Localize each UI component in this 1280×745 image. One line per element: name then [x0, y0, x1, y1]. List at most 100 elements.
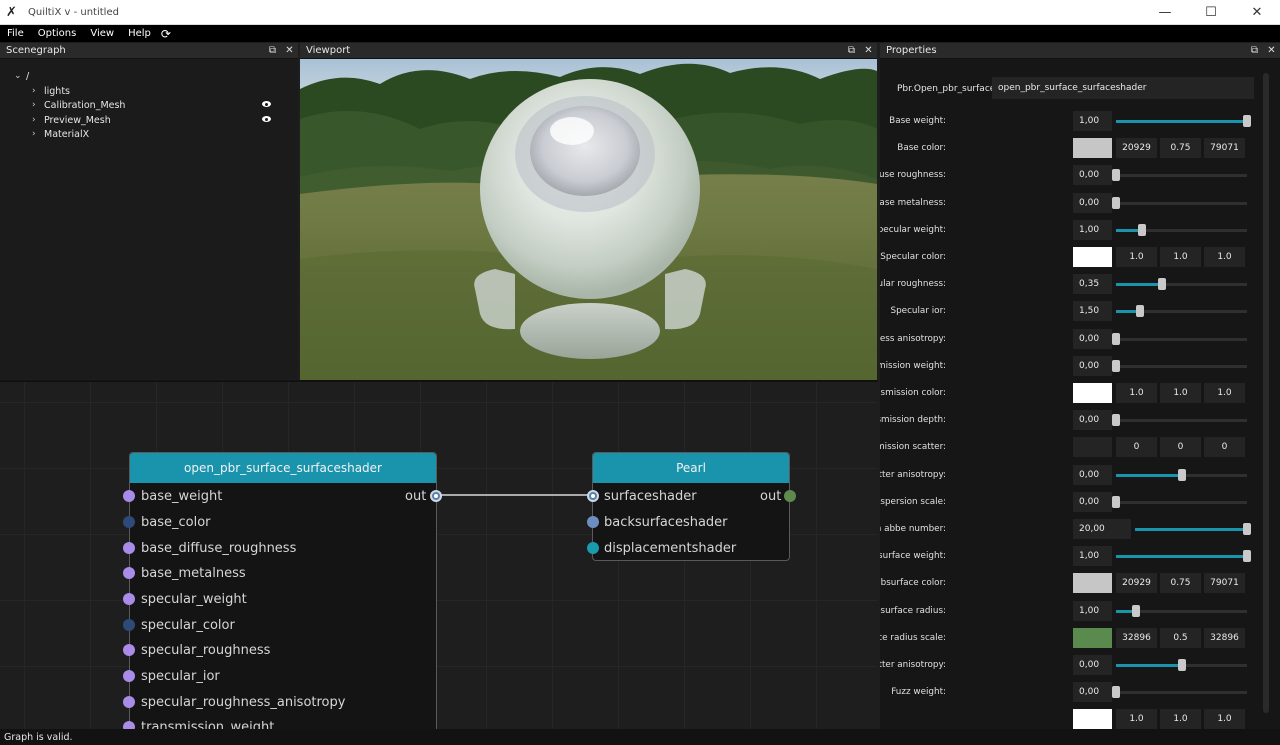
slider-track[interactable] [1116, 419, 1247, 423]
close-panel-icon[interactable]: ✕ [1263, 45, 1280, 56]
chevron-right-icon[interactable]: › [32, 115, 44, 125]
property-value-field[interactable]: 0,00 [1073, 682, 1112, 703]
float-panel-icon[interactable]: ⧉ [1246, 45, 1263, 56]
menu-help[interactable]: Help [121, 28, 158, 39]
menu-file[interactable]: File [0, 28, 31, 39]
close-panel-icon[interactable]: ✕ [860, 45, 877, 56]
input-pin[interactable] [123, 670, 135, 682]
slider-handle[interactable] [1138, 223, 1146, 236]
property-value-field[interactable]: 1,00 [1073, 600, 1112, 621]
float-panel-icon[interactable]: ⧉ [843, 45, 860, 56]
color-component-field[interactable]: 1.0 [1116, 383, 1157, 403]
node-name-field[interactable]: open_pbr_surface_surfaceshader [992, 77, 1254, 99]
property-value-field[interactable]: 0,00 [1073, 355, 1112, 376]
property-value-field[interactable]: 1,00 [1073, 546, 1112, 567]
close-icon[interactable]: ✕ [1234, 0, 1280, 25]
property-value-field[interactable]: 20,00 [1073, 519, 1131, 539]
color-component-field[interactable]: 1.0 [1160, 709, 1201, 729]
slider-handle[interactable] [1178, 659, 1186, 671]
node-title[interactable]: Pearl [593, 453, 789, 483]
property-value-field[interactable]: 1,00 [1073, 111, 1112, 131]
chevron-right-icon[interactable]: › [32, 100, 44, 110]
tree-item-lights[interactable]: › lights [32, 84, 70, 98]
slider-handle[interactable] [1136, 305, 1144, 318]
input-pin[interactable] [123, 696, 135, 708]
slider-handle[interactable] [1158, 278, 1166, 291]
color-swatch[interactable] [1073, 709, 1112, 729]
input-pin[interactable] [123, 619, 135, 631]
slider-track[interactable] [1116, 364, 1247, 368]
slider-handle[interactable] [1178, 468, 1186, 481]
slider-handle[interactable] [1112, 169, 1120, 182]
input-pin[interactable] [123, 516, 135, 528]
property-value-field[interactable]: 1,50 [1073, 301, 1112, 322]
color-component-field[interactable]: 20929 [1116, 138, 1157, 159]
eye-icon[interactable] [262, 116, 271, 122]
color-component-field[interactable]: 79071 [1204, 573, 1245, 594]
output-pin[interactable] [430, 490, 442, 502]
color-swatch[interactable] [1073, 138, 1112, 159]
color-component-field[interactable]: 1.0 [1204, 709, 1245, 729]
properties-scrollbar[interactable] [1263, 73, 1269, 713]
color-swatch[interactable] [1073, 383, 1112, 403]
chevron-down-icon[interactable]: ⌄ [14, 71, 26, 81]
input-pin[interactable] [123, 567, 135, 579]
slider-track[interactable] [1116, 174, 1247, 178]
slider-track[interactable] [1116, 201, 1247, 205]
float-panel-icon[interactable]: ⧉ [264, 45, 281, 56]
input-pin[interactable] [587, 542, 599, 554]
color-component-field[interactable]: 1.0 [1204, 383, 1245, 403]
input-pin[interactable] [123, 721, 135, 729]
color-component-field[interactable]: 32896 [1204, 627, 1245, 648]
tree-root[interactable]: ⌄ / [14, 69, 29, 83]
close-panel-icon[interactable]: ✕ [281, 45, 298, 56]
slider-handle[interactable] [1243, 523, 1251, 535]
color-swatch[interactable] [1073, 573, 1112, 594]
slider-handle[interactable] [1112, 495, 1120, 508]
menu-view[interactable]: View [83, 28, 121, 39]
color-component-field[interactable]: 0.75 [1160, 573, 1201, 594]
input-pin[interactable] [587, 516, 599, 528]
output-pin[interactable] [784, 490, 796, 502]
slider-handle[interactable] [1243, 115, 1251, 127]
input-pin[interactable] [123, 490, 135, 502]
color-component-field[interactable]: 1.0 [1116, 709, 1157, 729]
slider-track[interactable] [1116, 500, 1247, 504]
color-component-field[interactable]: 0.75 [1160, 138, 1201, 159]
property-value-field[interactable]: 0,00 [1073, 491, 1112, 512]
tree-item-materialx[interactable]: › MaterialX [32, 127, 89, 141]
input-pin[interactable] [123, 593, 135, 605]
refresh-icon[interactable]: ⟳ [161, 27, 171, 41]
minimize-icon[interactable]: — [1142, 0, 1188, 25]
color-component-field[interactable]: 1.0 [1116, 247, 1157, 267]
color-component-field[interactable]: 0 [1160, 437, 1201, 458]
color-component-field[interactable]: 32896 [1116, 627, 1157, 648]
property-value-field[interactable]: 1,00 [1073, 219, 1112, 240]
menu-options[interactable]: Options [31, 28, 84, 39]
color-component-field[interactable]: 0 [1204, 437, 1245, 458]
property-value-field[interactable]: 0,00 [1073, 410, 1112, 431]
viewport-canvas[interactable] [300, 59, 877, 380]
property-value-field[interactable]: 0,00 [1073, 165, 1112, 186]
color-component-field[interactable]: 1.0 [1160, 383, 1201, 403]
input-pin[interactable] [123, 644, 135, 656]
chevron-right-icon[interactable]: › [32, 129, 44, 139]
color-component-field[interactable]: 1.0 [1204, 247, 1245, 267]
color-component-field[interactable]: 0 [1116, 437, 1157, 458]
slider-handle[interactable] [1243, 550, 1251, 563]
color-component-field[interactable]: 1.0 [1160, 247, 1201, 267]
tree-item-calibration-mesh[interactable]: › Calibration_Mesh [32, 98, 125, 112]
input-pin[interactable] [123, 542, 135, 554]
color-component-field[interactable]: 79071 [1204, 138, 1245, 159]
property-value-field[interactable]: 0,35 [1073, 274, 1112, 295]
node-graph-editor[interactable]: open_pbr_surface_surfaceshader out base_… [0, 380, 878, 729]
slider-track[interactable] [1116, 337, 1247, 341]
slider-handle[interactable] [1112, 332, 1120, 345]
slider-track[interactable] [1116, 691, 1247, 695]
slider-handle[interactable] [1132, 604, 1140, 617]
color-swatch[interactable] [1073, 247, 1112, 267]
maximize-icon[interactable]: ☐ [1188, 0, 1234, 25]
slider-handle[interactable] [1112, 359, 1120, 372]
slider-handle[interactable] [1112, 414, 1120, 427]
node-title[interactable]: open_pbr_surface_surfaceshader [130, 453, 436, 483]
